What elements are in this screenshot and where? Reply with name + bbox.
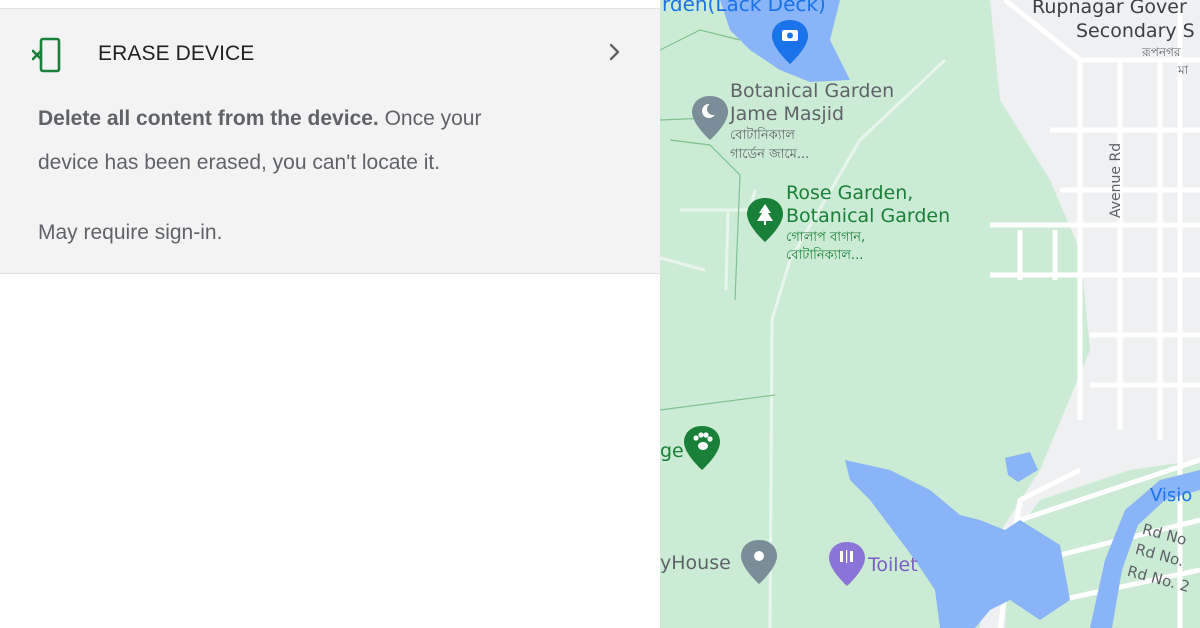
map-label-rose-line1[interactable]: Rose Garden, [786, 182, 913, 204]
erase-description-bold: Delete all content from the device. [38, 107, 379, 130]
paw-pin-icon [684, 426, 720, 470]
toilet-pin-icon [829, 542, 865, 586]
tree-pin-icon [747, 198, 783, 242]
small-pond [1005, 452, 1038, 482]
map-label-avenue-rd: Avenue Rd [1108, 142, 1124, 218]
map-label-mosque-bn2: গার্ডেন জামে... [730, 147, 810, 162]
chevron-right-icon[interactable] [602, 40, 626, 64]
map-label-school-bn2: মা [1178, 63, 1189, 77]
map-label-visio: Visio [1150, 485, 1193, 506]
map-label-lake-deck[interactable]: rden(Lack Deck) [662, 0, 826, 16]
map-label-school-line1[interactable]: Rupnagar Gover [1032, 0, 1187, 18]
map-label-mosque-line2[interactable]: Jame Masjid [730, 103, 844, 125]
erase-device-title: ERASE DEVICE [98, 42, 255, 65]
erase-description: Delete all content from the device. Once… [38, 97, 538, 185]
map-label-school-bn1: রূপনগর [1142, 45, 1181, 59]
map-label-yhouse[interactable]: yHouse [660, 552, 731, 574]
left-panel: ERASE DEVICE Delete all content from the… [0, 0, 660, 628]
map-label-mosque-bn1: বোটানিক্যাল [730, 128, 795, 143]
map-label-ge[interactable]: ge [660, 440, 684, 462]
map-view[interactable]: rden(Lack Deck) Rupnagar Gover Secondary… [660, 0, 1200, 628]
mosque-pin-icon [692, 96, 728, 140]
map-label-school-line2[interactable]: Secondary S [1076, 20, 1195, 42]
map-label-rose-bn2: বোটানিক্যাল... [786, 248, 864, 263]
erase-device-button[interactable]: ERASE DEVICE [0, 9, 660, 97]
sign-in-note: May require sign-in. [38, 221, 223, 244]
map-label-mosque-line1[interactable]: Botanical Garden [730, 80, 894, 102]
map-label-toilet[interactable]: Toilet [868, 554, 918, 576]
erase-phone-icon [32, 37, 61, 73]
map-label-rose-line2[interactable]: Botanical Garden [786, 205, 950, 227]
erase-device-card: ERASE DEVICE Delete all content from the… [0, 8, 660, 274]
